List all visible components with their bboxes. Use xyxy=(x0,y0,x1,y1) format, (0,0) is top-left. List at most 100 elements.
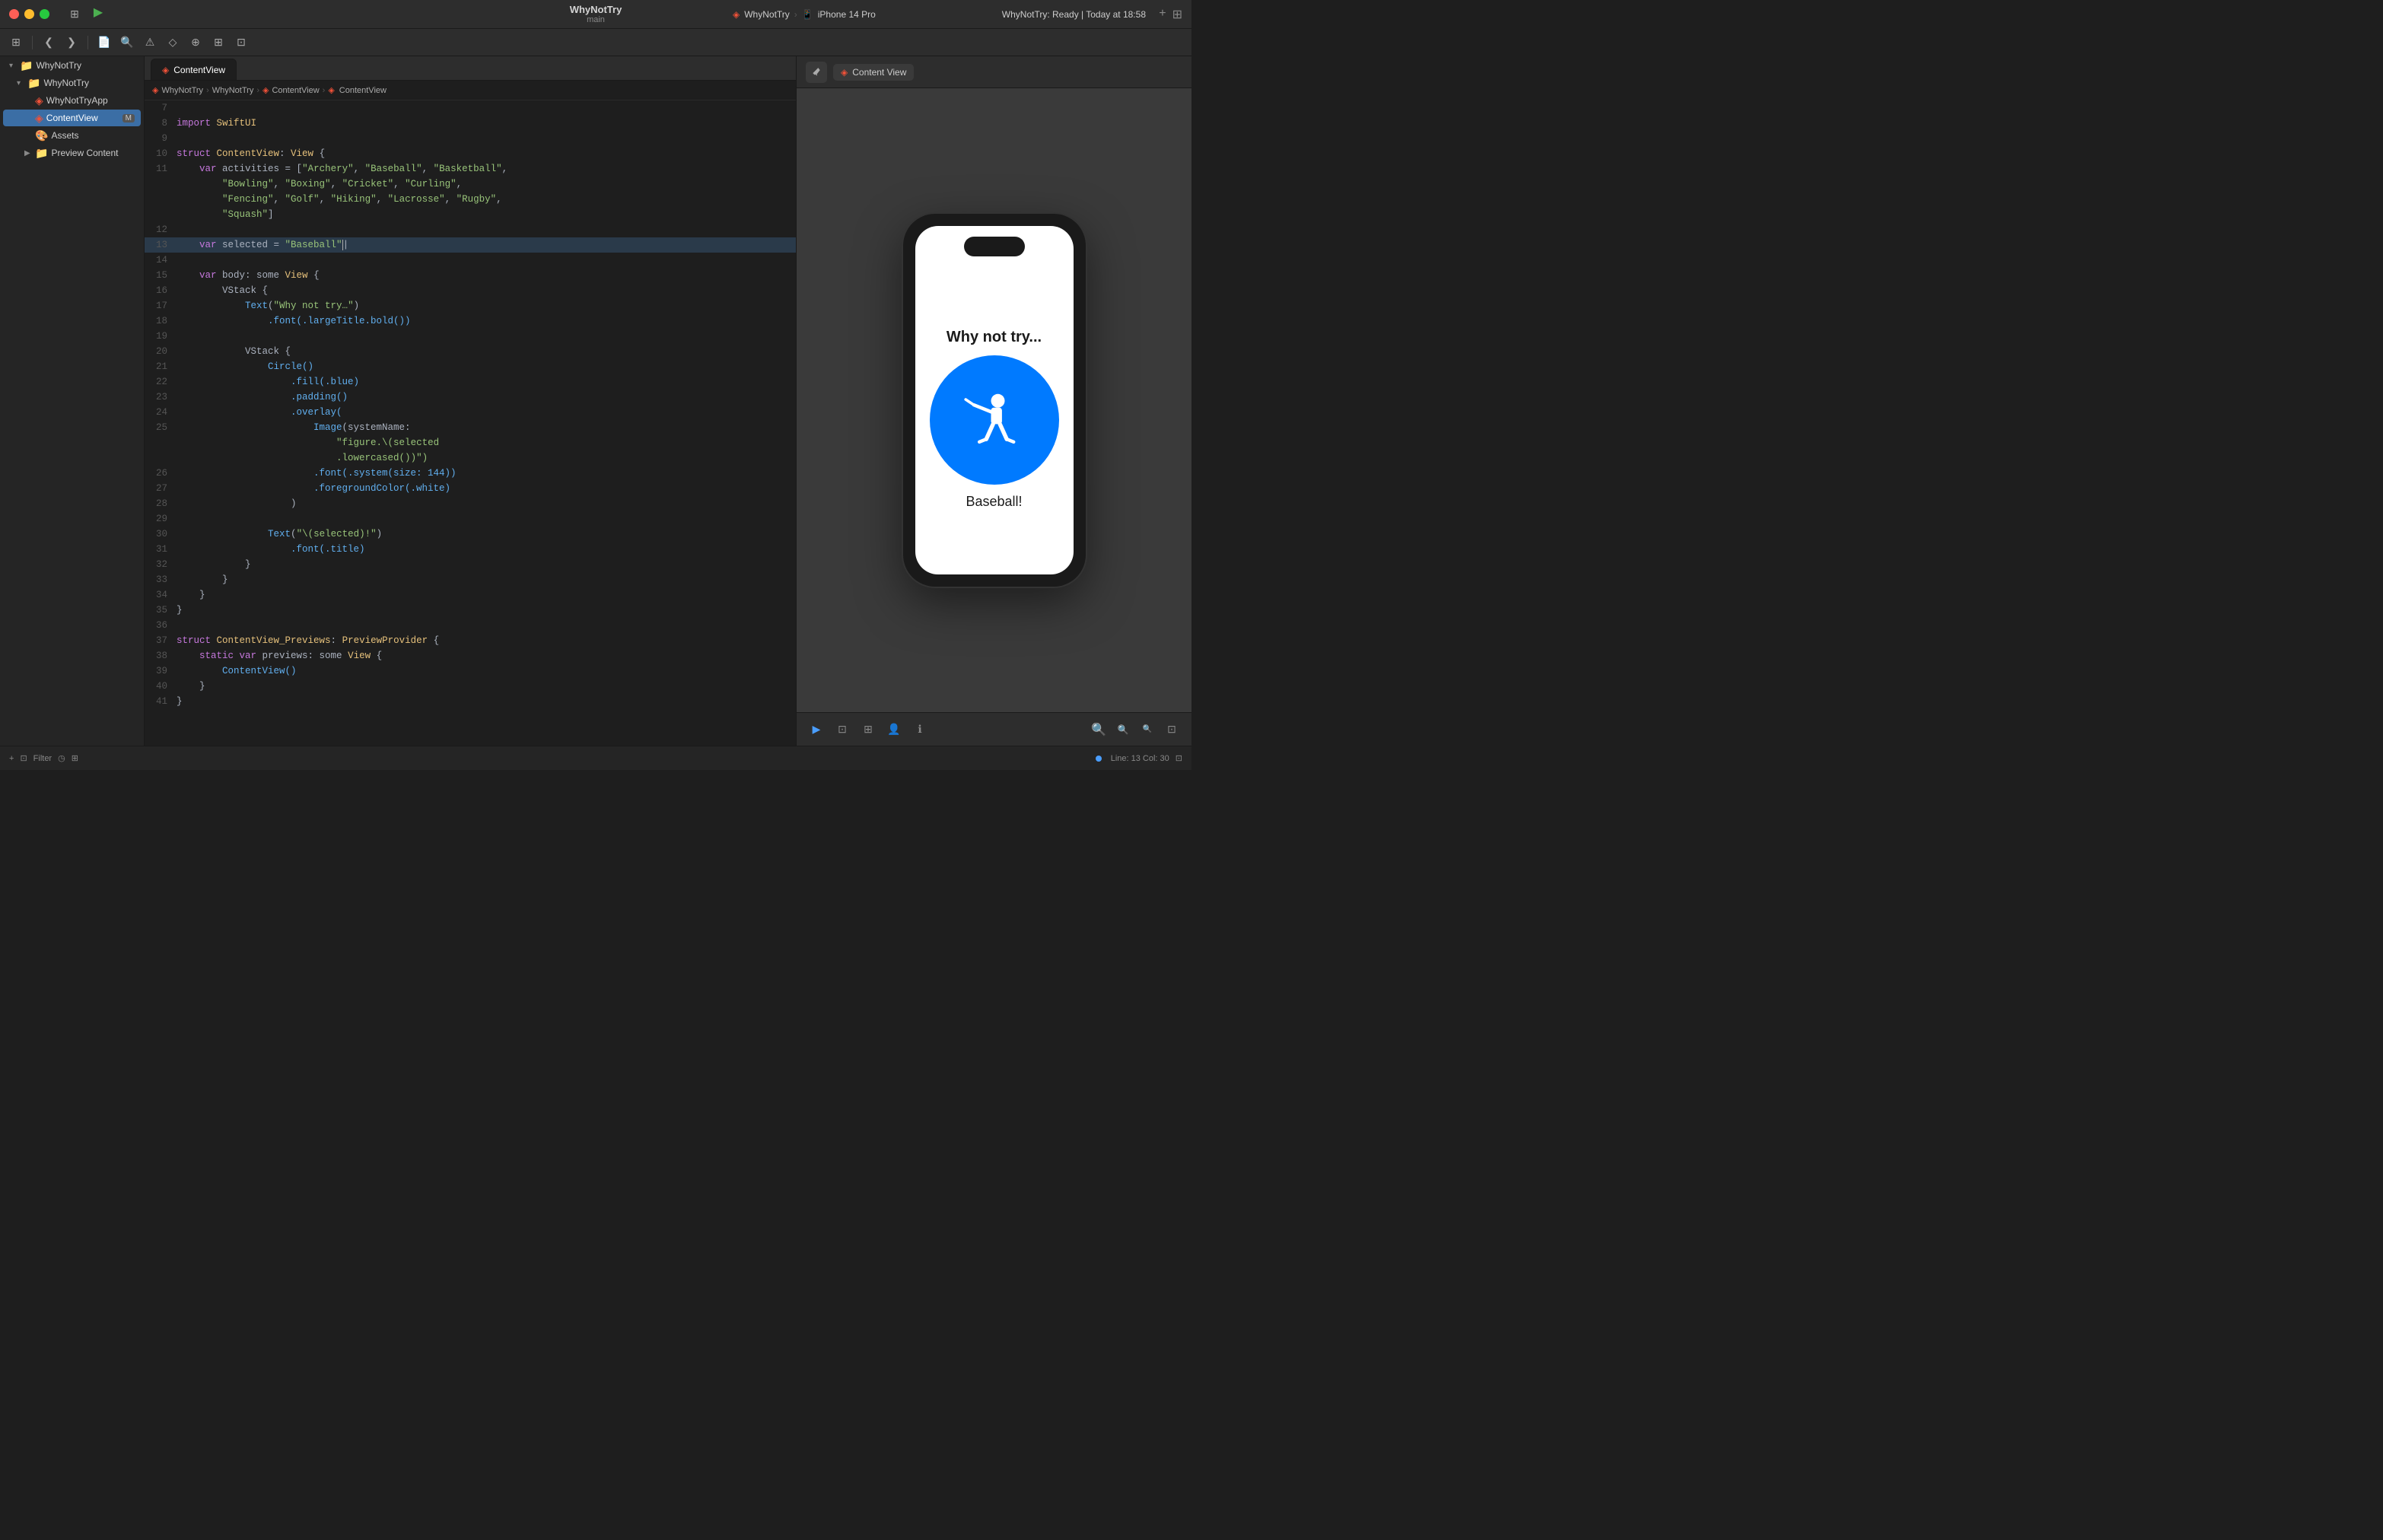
line-number xyxy=(145,435,177,450)
fullscreen-button[interactable] xyxy=(40,9,49,19)
content-view-button[interactable]: ◈ Content View xyxy=(833,64,914,81)
line-number: 10 xyxy=(145,146,177,161)
forward-icon[interactable]: ❯ xyxy=(62,33,81,52)
layout-icon[interactable]: ⊞ xyxy=(1172,7,1182,22)
sidebar-item-contentview[interactable]: ▾ ◈ ContentView M xyxy=(3,110,141,126)
diamond-icon[interactable]: ◇ xyxy=(163,33,183,52)
code-line: 12 xyxy=(145,222,796,237)
code-line: 35} xyxy=(145,603,796,618)
close-button[interactable] xyxy=(9,9,19,19)
line-number: 15 xyxy=(145,268,177,283)
preview-toolbar: ◈ Content View xyxy=(797,56,1192,88)
line-number: 24 xyxy=(145,405,177,420)
app-title: Why not try... xyxy=(947,329,1042,346)
build-status: WhyNotTry: Ready | Today at 18:58 xyxy=(1002,9,1146,20)
preview-play-button[interactable]: ▶ xyxy=(806,719,827,740)
status-bar: + ⊡ Filter ◷ ⊞ Line: 13 Col: 30 ⊡ xyxy=(0,746,1192,770)
expand-icon: ▾ xyxy=(9,62,17,70)
code-line: 11 var activities = ["Archery", "Basebal… xyxy=(145,161,796,177)
sidebar-item-whynottry-root[interactable]: ▾ 📁 WhyNotTry xyxy=(3,57,141,74)
toolbar-separator xyxy=(32,36,33,49)
code-line: 29 xyxy=(145,511,796,527)
content-view-label: Content View xyxy=(852,67,906,78)
sidebar-item-assets[interactable]: ▾ 🎨 Assets xyxy=(3,127,141,144)
grid-icon[interactable]: ⊞ xyxy=(6,33,26,52)
line-number: 19 xyxy=(145,329,177,344)
zoom-fit-button[interactable]: ⊡ xyxy=(1161,719,1182,740)
grid2-icon[interactable]: ⊡ xyxy=(231,33,251,52)
breadcrumb-part-4[interactable]: ContentView xyxy=(339,86,387,95)
code-line: 33 } xyxy=(145,572,796,587)
code-line: 41} xyxy=(145,694,796,709)
pin-button[interactable] xyxy=(806,62,827,83)
preview-content: Why not try... xyxy=(797,88,1192,712)
tab-swift-icon: ◈ xyxy=(162,65,169,75)
sidebar-item-preview-content[interactable]: ▶ 📁 Preview Content xyxy=(3,145,141,161)
titlebar-right-controls: + ⊞ xyxy=(1159,7,1182,22)
sidebar-label: WhyNotTry xyxy=(36,60,81,71)
expand-icon-2: ▶ xyxy=(24,149,32,158)
status-indicator xyxy=(1096,756,1102,762)
sidebar-item-whynottry[interactable]: ▾ 📁 WhyNotTry xyxy=(3,75,141,91)
line-number: 28 xyxy=(145,496,177,511)
minimize-button[interactable] xyxy=(24,9,34,19)
project-name: WhyNotTry xyxy=(570,4,622,15)
zoom-in-button[interactable]: 🔍 xyxy=(1088,719,1109,740)
code-line: 25 Image(systemName: xyxy=(145,420,796,435)
code-line: "figure.\(selected xyxy=(145,435,796,450)
search-icon[interactable]: 🔍 xyxy=(117,33,137,52)
line-number: 25 xyxy=(145,420,177,435)
layout-icon-2[interactable]: ⊞ xyxy=(208,33,228,52)
swift-icon: ◈ xyxy=(733,9,740,20)
preview-person-button[interactable]: 👤 xyxy=(883,719,905,740)
code-line: 37struct ContentView_Previews: PreviewPr… xyxy=(145,633,796,648)
breadcrumb-part-2[interactable]: WhyNotTry xyxy=(212,86,254,95)
line-number: 38 xyxy=(145,648,177,663)
folder-icon-3: 📁 xyxy=(35,147,48,160)
zoom-reset-button[interactable]: 🔍 xyxy=(1112,719,1134,740)
breadcrumb-swift-icon: ◈ xyxy=(152,85,158,95)
code-line: 23 .padding() xyxy=(145,390,796,405)
line-number: 17 xyxy=(145,298,177,313)
code-line: "Fencing", "Golf", "Hiking", "Lacrosse",… xyxy=(145,192,796,207)
status-right: Line: 13 Col: 30 ⊡ xyxy=(1096,753,1182,763)
file-icon[interactable]: 📄 xyxy=(94,33,114,52)
run-button[interactable]: ▶ xyxy=(91,5,106,20)
preview-bottom-bar: ▶ ⊡ ⊞ 👤 ℹ 🔍 🔍 🔍 ⊡ xyxy=(797,712,1192,746)
code-line: 16 VStack { xyxy=(145,283,796,298)
line-number: 11 xyxy=(145,161,177,177)
sidebar-toggle-icon[interactable]: ⊞ xyxy=(65,5,84,24)
preview-grid-button[interactable]: ⊞ xyxy=(857,719,879,740)
code-line: "Squash"] xyxy=(145,207,796,222)
breadcrumb: ◈ WhyNotTry › WhyNotTry › ◈ ContentView … xyxy=(145,81,796,100)
cursor-position: Line: 13 Col: 30 xyxy=(1111,754,1169,763)
line-number: 14 xyxy=(145,253,177,268)
sidebar-label-assets: Assets xyxy=(51,130,78,141)
code-line: .lowercased())") xyxy=(145,450,796,466)
code-line-highlighted: 13 var selected = "Baseball"| xyxy=(145,237,796,253)
warning-icon[interactable]: ⚠ xyxy=(140,33,160,52)
breadcrumb-sep: › xyxy=(794,9,797,20)
toolbar: ⊞ ❮ ❯ 📄 🔍 ⚠ ◇ ⊕ ⊞ ⊡ xyxy=(0,29,1192,56)
preview-info-button[interactable]: ℹ xyxy=(909,719,931,740)
preview-device-button[interactable]: ⊡ xyxy=(832,719,853,740)
breadcrumb-part-3[interactable]: ContentView xyxy=(272,86,319,95)
code-line: 7 xyxy=(145,100,796,116)
add-file-icon[interactable]: + xyxy=(9,754,14,763)
line-number: 12 xyxy=(145,222,177,237)
code-editor[interactable]: 7 8import SwiftUI 9 10struct ContentView… xyxy=(145,100,796,746)
code-line: "Bowling", "Boxing", "Cricket", "Curling… xyxy=(145,177,796,192)
code-line: 21 Circle() xyxy=(145,359,796,374)
add-icon[interactable]: ⊕ xyxy=(186,33,205,52)
line-number: 8 xyxy=(145,116,177,131)
breadcrumb-part-1[interactable]: WhyNotTry xyxy=(161,86,203,95)
sidebar-item-app[interactable]: ▾ ◈ WhyNotTryApp xyxy=(3,92,141,109)
iphone-notch xyxy=(964,237,1025,256)
add-editor-icon[interactable]: + xyxy=(1159,7,1166,22)
tab-contentview[interactable]: ◈ ContentView xyxy=(151,59,237,80)
back-icon[interactable]: ❮ xyxy=(39,33,59,52)
device-selector[interactable]: ◈ WhyNotTry › 📱 iPhone 14 Pro xyxy=(733,9,876,20)
zoom-out-button[interactable]: 🔍 xyxy=(1137,719,1158,740)
code-line: 19 xyxy=(145,329,796,344)
code-line: 14 xyxy=(145,253,796,268)
